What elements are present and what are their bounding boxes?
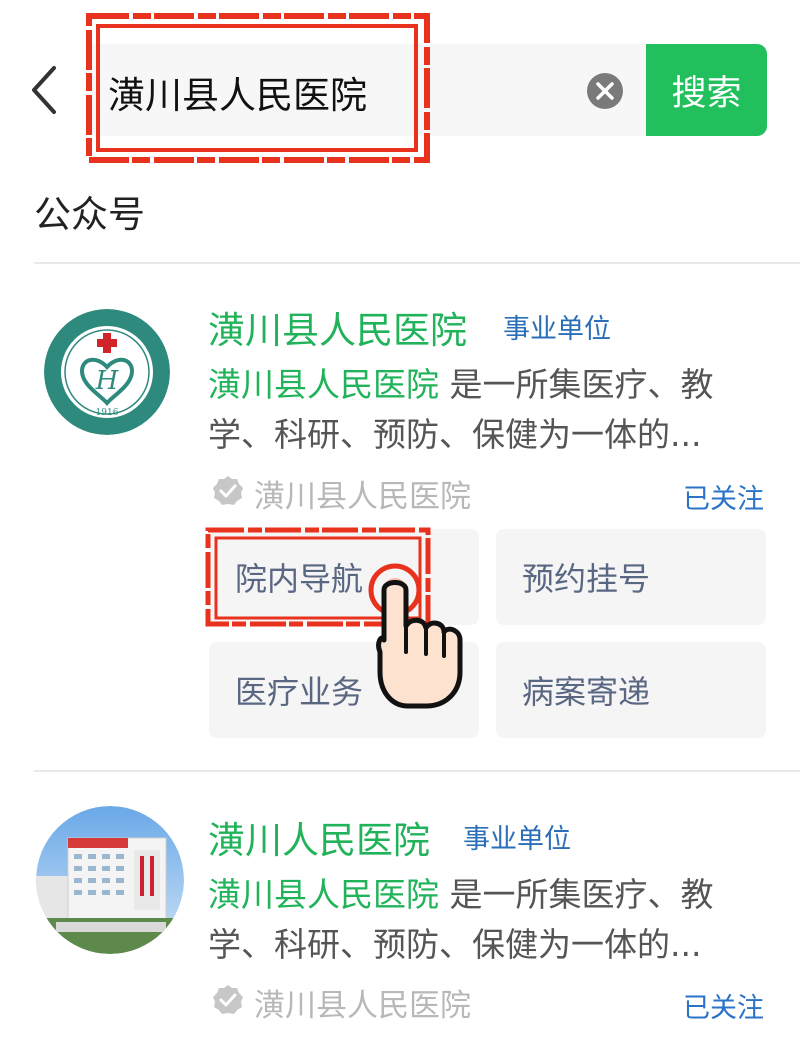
description-highlight: 潢川县人民医院 [208,365,439,404]
menu-button-record-delivery[interactable]: 病案寄递 [496,642,766,738]
svg-text:1916: 1916 [96,408,119,418]
follow-status: 已关注 [683,484,764,515]
clear-search-icon[interactable] [586,72,624,110]
account-name[interactable]: 潢川县人民医院 [208,300,467,354]
hospital-building-photo [36,806,184,954]
account-type-badge: 事业单位 [463,824,571,855]
menu-button-navigation[interactable]: 院内导航 [209,529,479,625]
verified-subject-name: 潢川县人民医院 [254,479,471,515]
verified-badge-icon [213,985,243,1014]
menu-button-medical-services[interactable]: 医疗业务 [209,642,479,738]
svg-text:H: H [95,366,120,396]
account-type-badge: 事业单位 [503,314,611,345]
verified-badge-icon [213,476,243,505]
account-description: 潢川县人民医院 是一所集医疗、教学、科研、预防、保健为一体的... [208,360,768,460]
back-arrow-icon[interactable] [26,62,66,118]
result-card-1[interactable]: H 1916 潢川县人民医院 事业单位 潢川县人民医院 是一所集医疗、教学、科研… [0,263,800,768]
result-card-2[interactable]: 潢川人民医院 事业单位 潢川县人民医院 是一所集医疗、教学、科研、预防、保健为一… [0,772,800,1050]
account-name[interactable]: 潢川人民医院 [208,810,430,864]
follow-status: 已关注 [683,993,764,1024]
description-highlight: 潢川县人民医院 [208,875,439,914]
menu-button-appointment[interactable]: 预约挂号 [496,529,766,625]
search-input[interactable] [108,64,548,120]
section-title-official-accounts: 公众号 [34,193,145,236]
account-description: 潢川县人民医院 是一所集医疗、教学、科研、预防、保健为一体的... [208,870,768,970]
verified-subject-name: 潢川县人民医院 [254,988,471,1024]
search-button[interactable]: 搜索 [646,44,767,136]
hospital-logo-icon: H 1916 [44,309,170,435]
